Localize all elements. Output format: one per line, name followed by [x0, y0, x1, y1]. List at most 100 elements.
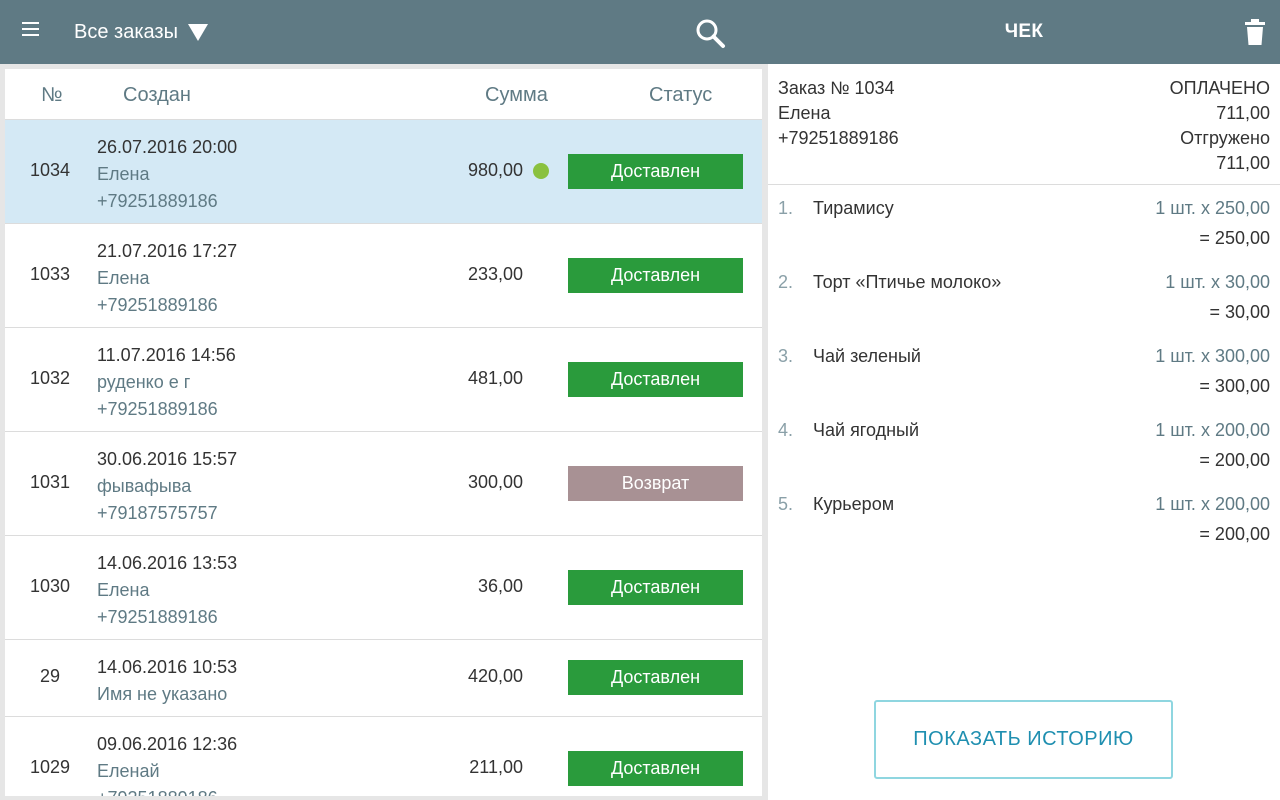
order-sum: 980,00	[467, 160, 523, 180]
customer-phone: +79251889186	[97, 399, 218, 419]
status-badge: Доставлен	[568, 154, 743, 189]
item-quantity: 1 шт. х 300,00	[1155, 346, 1270, 366]
filter-label: Все заказы	[74, 20, 178, 43]
menu-icon[interactable]	[22, 22, 50, 44]
receipt-phone: +79251889186	[778, 128, 899, 148]
receipt-item: 4. Чай ягодный 1 шт. х 200,00 = 200,00	[768, 407, 1280, 481]
item-quantity: 1 шт. х 200,00	[1155, 420, 1270, 440]
show-history-button[interactable]: ПОКАЗАТЬ ИСТОРИЮ	[874, 700, 1173, 779]
order-row-1031[interactable]: 1031 30.06.2016 15:57 фывафыва +79187575…	[5, 431, 762, 535]
item-total: = 250,00	[1199, 228, 1270, 248]
customer-phone: +79251889186	[97, 295, 218, 315]
customer-phone: +79187575757	[97, 503, 218, 523]
top-app-bar: Все заказы ЧЕК	[0, 0, 1280, 64]
trash-icon[interactable]	[1242, 18, 1268, 46]
order-created: 09.06.2016 12:36 Еленай +79251889186	[97, 731, 237, 796]
customer-name: Елена	[97, 580, 150, 600]
order-sum: 481,00	[467, 368, 523, 388]
orders-filter-dropdown[interactable]: Все заказы	[74, 0, 208, 64]
paid-amount: 711,00	[1216, 103, 1270, 123]
order-created: 11.07.2016 14:56 руденко е г +7925188918…	[97, 342, 236, 423]
column-header-status: Статус	[649, 84, 713, 106]
order-date: 14.06.2016 13:53	[97, 553, 238, 573]
receipt-item: 3. Чай зеленый 1 шт. х 300,00 = 300,00	[768, 333, 1280, 407]
status-dot-icon	[533, 163, 549, 179]
shipped-amount: 711,00	[1216, 153, 1270, 173]
order-date: 14.06.2016 10:53	[97, 657, 238, 677]
item-quantity: 1 шт. х 250,00	[1155, 198, 1270, 218]
shipped-label: Отгружено	[1180, 128, 1270, 148]
order-number: 1032	[29, 368, 71, 388]
column-header-created: Создан	[123, 84, 191, 106]
order-created: 26.07.2016 20:00 Елена +79251889186	[97, 134, 237, 215]
item-index: 3.	[778, 346, 794, 366]
order-row-1029[interactable]: 1029 09.06.2016 12:36 Еленай +7925188918…	[5, 716, 762, 796]
dropdown-arrow-icon	[187, 23, 208, 41]
order-number: 1033	[29, 264, 71, 284]
item-name: Чай ягодный	[813, 420, 920, 440]
order-number: 1031	[29, 472, 71, 492]
order-created: 21.07.2016 17:27 Елена +79251889186	[97, 238, 237, 319]
status-badge: Доставлен	[568, 660, 743, 695]
status-badge: Доставлен	[568, 258, 743, 293]
customer-name: Елена	[97, 164, 150, 184]
order-row-1034[interactable]: 1034 26.07.2016 20:00 Елена +79251889186…	[5, 119, 762, 223]
order-sum: 300,00	[467, 472, 523, 492]
item-quantity: 1 шт. х 30,00	[1165, 272, 1270, 292]
order-number: 1029	[29, 757, 71, 777]
order-date: 21.07.2016 17:27	[97, 241, 238, 261]
item-index: 4.	[778, 420, 794, 440]
customer-phone: +79251889186	[97, 607, 218, 627]
order-row-1033[interactable]: 1033 21.07.2016 17:27 Елена +79251889186…	[5, 223, 762, 327]
order-date: 11.07.2016 14:56	[97, 345, 236, 365]
orders-table-header: № Создан Сумма Статус	[5, 69, 762, 119]
order-number: 1034	[29, 160, 71, 180]
item-index: 2.	[778, 272, 794, 292]
customer-name: Елена	[97, 268, 150, 288]
order-number: 1030	[29, 576, 71, 596]
customer-name: руденко е г	[97, 372, 191, 392]
item-total: = 300,00	[1199, 376, 1270, 396]
item-total: = 200,00	[1199, 450, 1270, 470]
order-sum: 211,00	[469, 757, 523, 777]
customer-name: фывафыва	[97, 476, 192, 496]
payment-status: ОПЛАЧЕНО	[1169, 78, 1270, 98]
item-index: 1.	[778, 198, 794, 218]
order-number: 29	[39, 666, 61, 686]
customer-name: Имя не указано	[97, 684, 228, 704]
order-created: 30.06.2016 15:57 фывафыва +79187575757	[97, 446, 237, 527]
receipt-panel: Заказ № 1034 ОПЛАЧЕНО Елена 711,00 +7925…	[768, 64, 1280, 800]
order-row-1030[interactable]: 1030 14.06.2016 13:53 Елена +79251889186…	[5, 535, 762, 639]
orders-panel: № Создан Сумма Статус 1034 26.07.2016 20…	[5, 69, 762, 796]
search-icon[interactable]	[694, 17, 726, 49]
item-quantity: 1 шт. х 200,00	[1155, 494, 1270, 514]
item-name: Тирамису	[813, 198, 894, 218]
customer-name: Еленай	[97, 761, 160, 781]
order-row-29[interactable]: 29 14.06.2016 10:53 Имя не указано 420,0…	[5, 639, 762, 716]
order-sum: 233,00	[467, 264, 523, 284]
column-header-sum: Сумма	[485, 84, 548, 106]
receipt-item: 5. Курьером 1 шт. х 200,00 = 200,00	[768, 481, 1280, 555]
customer-phone: +79251889186	[97, 191, 218, 211]
order-label: Заказ № 1034	[778, 78, 895, 98]
order-row-1032[interactable]: 1032 11.07.2016 14:56 руденко е г +79251…	[5, 327, 762, 431]
order-date: 26.07.2016 20:00	[97, 137, 238, 157]
item-total: = 200,00	[1199, 524, 1270, 544]
receipt-item: 1. Тирамису 1 шт. х 250,00 = 250,00	[768, 185, 1280, 259]
receipt-title: ЧЕК	[1004, 21, 1044, 42]
receipt-customer-name: Елена	[778, 103, 831, 123]
receipt-header: Заказ № 1034 ОПЛАЧЕНО Елена 711,00 +7925…	[768, 64, 1280, 185]
status-badge: Доставлен	[568, 362, 743, 397]
item-total: = 30,00	[1209, 302, 1270, 322]
order-sum: 420,00	[467, 666, 523, 686]
status-badge: Доставлен	[568, 751, 743, 786]
order-created: 14.06.2016 13:53 Елена +79251889186	[97, 550, 237, 631]
customer-phone: +79251889186	[97, 785, 237, 796]
status-badge: Возврат	[568, 466, 743, 501]
order-sum: 36,00	[477, 576, 523, 596]
order-date: 09.06.2016 12:36	[97, 734, 238, 754]
item-name: Чай зеленый	[813, 346, 921, 366]
order-created: 14.06.2016 10:53 Имя не указано	[97, 654, 237, 708]
receipt-item: 2. Торт «Птичье молоко» 1 шт. х 30,00 = …	[768, 259, 1280, 333]
item-name: Курьером	[813, 494, 895, 514]
